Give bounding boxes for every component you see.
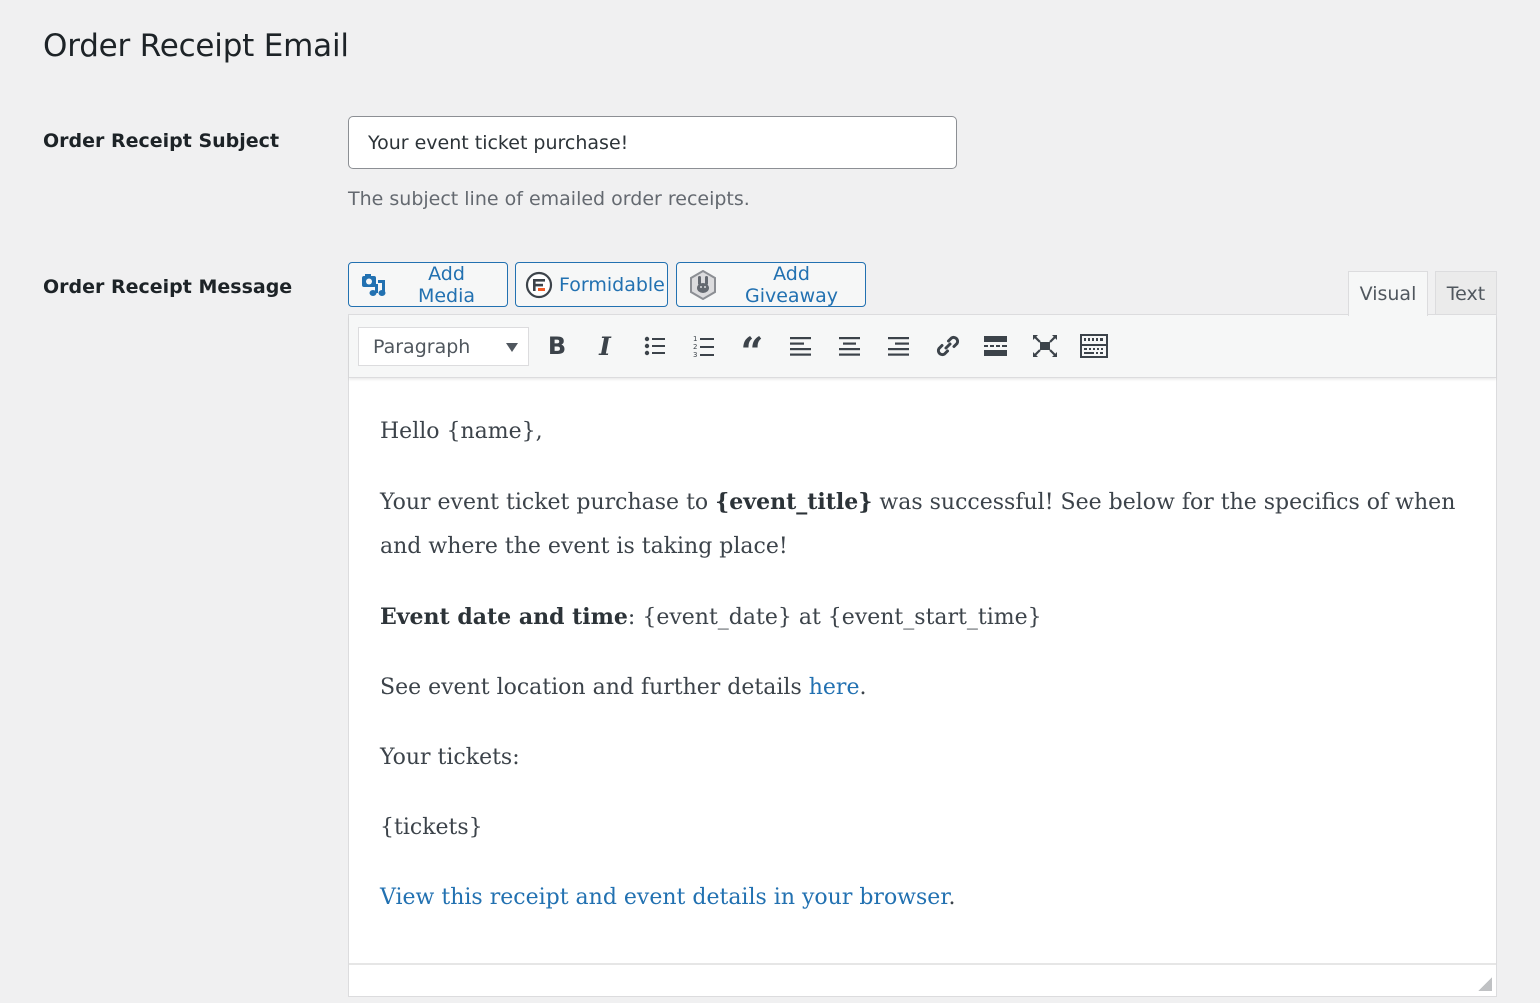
bullet-list-button[interactable]: [637, 328, 673, 364]
bold-icon: B: [547, 332, 567, 360]
browser-link-period: .: [948, 885, 956, 910]
editor-statusbar: [349, 963, 1496, 996]
bullet-list-icon: [644, 336, 665, 356]
add-giveaway-label: Add Giveaway: [744, 262, 838, 307]
align-center-icon: [839, 337, 860, 356]
tickets-heading: Your tickets:: [380, 745, 520, 770]
date-paragraph: Event date and time: {event_date} at {ev…: [380, 595, 1460, 640]
format-select-value: Paragraph: [373, 335, 471, 358]
editor-content[interactable]: Hello {name}, Your event ticket purchase…: [380, 410, 1460, 946]
fullscreen-icon: [1033, 335, 1057, 357]
formidable-label: Formidable: [559, 273, 665, 296]
formidable-button[interactable]: Formidable: [515, 262, 668, 307]
align-right-icon: [888, 337, 909, 356]
location-period: .: [859, 675, 867, 700]
add-media-icon: [361, 272, 389, 298]
purchase-paragraph: Your event ticket purchase to {event_tit…: [380, 480, 1460, 569]
greeting-text: Hello {name},: [380, 419, 543, 444]
align-left-icon: [790, 337, 811, 356]
numbered-list-icon: 1 2 3: [693, 335, 714, 358]
location-text: See event location and further details: [380, 675, 809, 700]
add-giveaway-button[interactable]: Add Giveaway: [676, 262, 866, 307]
subject-description: The subject line of emailed order receip…: [348, 188, 750, 210]
align-left-button[interactable]: [783, 328, 819, 364]
svg-text:2: 2: [693, 343, 697, 351]
view-in-browser-link[interactable]: View this receipt and event details in y…: [380, 885, 948, 910]
blockquote-button[interactable]: “: [734, 328, 770, 373]
browser-link-paragraph: View this receipt and event details in y…: [380, 876, 1460, 920]
read-more-button[interactable]: [978, 328, 1014, 364]
here-link[interactable]: here: [809, 675, 860, 700]
format-select[interactable]: Paragraph: [358, 327, 529, 366]
add-media-label: Add Media: [417, 262, 476, 307]
location-paragraph: See event location and further details h…: [380, 666, 1460, 710]
tab-visual-label: Visual: [1359, 283, 1417, 305]
event-title-placeholder: {event_title}: [715, 489, 873, 515]
greeting-paragraph: Hello {name},: [380, 410, 1460, 454]
fullscreen-button[interactable]: [1027, 328, 1063, 364]
chevron-down-icon: [506, 343, 518, 352]
message-editor: Paragraph B I 1 2 3 “ Hello {name}, Your…: [348, 314, 1497, 997]
message-label: Order Receipt Message: [43, 276, 293, 298]
tickets-placeholder-paragraph: {tickets}: [380, 806, 1460, 850]
giveaway-icon: [689, 269, 717, 300]
align-right-button[interactable]: [881, 328, 917, 364]
italic-icon: I: [599, 331, 611, 361]
tab-text[interactable]: Text: [1435, 271, 1497, 315]
tab-text-label: Text: [1446, 282, 1486, 305]
blockquote-icon: “: [740, 329, 764, 376]
align-center-button[interactable]: [832, 328, 868, 364]
link-icon: [936, 335, 960, 357]
subject-input[interactable]: [348, 116, 957, 169]
keyboard-icon: [1080, 334, 1108, 358]
formidable-icon: [525, 271, 553, 299]
svg-text:3: 3: [693, 351, 697, 358]
purchase-text-before: Your event ticket purchase to: [380, 490, 716, 515]
tickets-heading-paragraph: Your tickets:: [380, 736, 1460, 780]
page-title: Order Receipt Email: [43, 28, 349, 64]
date-label: Event date and time: [380, 604, 628, 630]
date-text: : {event_date} at {event_start_time}: [627, 605, 1042, 630]
insert-link-button[interactable]: [930, 328, 966, 364]
editor-toolbar: Paragraph B I 1 2 3 “: [349, 315, 1496, 378]
bold-button[interactable]: B: [539, 328, 575, 364]
toolbar-toggle-button[interactable]: [1076, 328, 1112, 364]
svg-text:1: 1: [693, 335, 697, 343]
numbered-list-button[interactable]: 1 2 3: [686, 328, 722, 364]
resize-handle-icon[interactable]: [1478, 977, 1492, 991]
read-more-icon: [984, 336, 1007, 356]
italic-button[interactable]: I: [587, 328, 623, 364]
tab-visual[interactable]: Visual: [1348, 271, 1428, 316]
add-media-button[interactable]: Add Media: [348, 262, 508, 307]
subject-label: Order Receipt Subject: [43, 130, 280, 152]
tickets-placeholder: {tickets}: [380, 815, 483, 840]
